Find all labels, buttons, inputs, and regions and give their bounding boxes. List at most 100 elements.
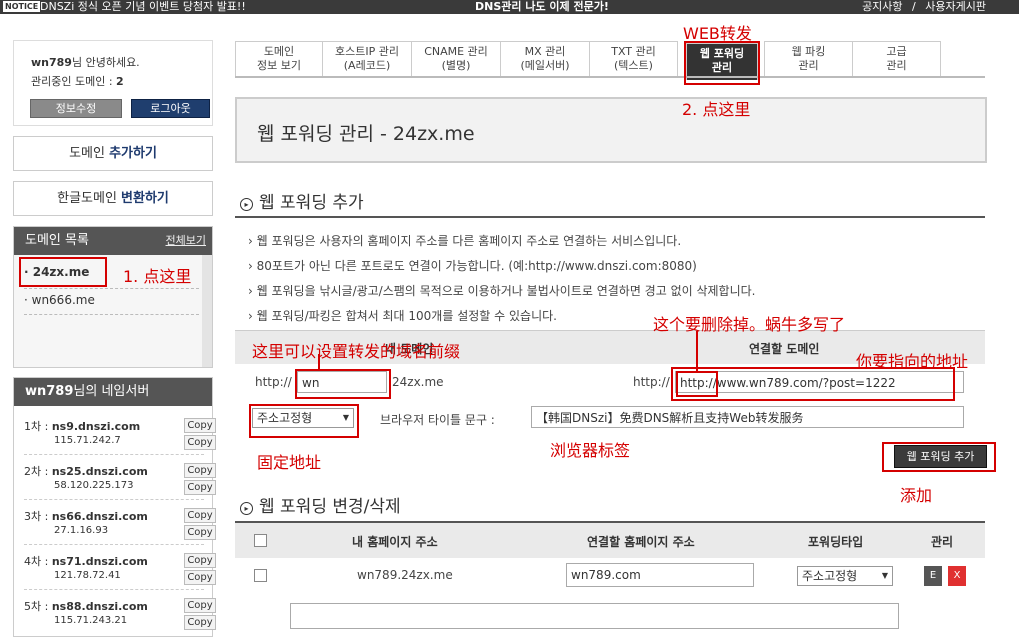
- copy-host-button[interactable]: Copy: [184, 463, 216, 478]
- add-domain-button[interactable]: 도메인 추가하기: [13, 136, 213, 171]
- scrollbar[interactable]: [202, 255, 212, 367]
- divider: [24, 314, 199, 315]
- tab-line: 웹 파킹: [791, 45, 826, 58]
- ns-row: 1차 : ns9.dnszi.com 115.71.242.7 Copy Cop…: [24, 416, 216, 456]
- highlight-box: [19, 257, 107, 287]
- list-section-title-text: 웹 포워딩 변경/삭제: [259, 497, 401, 517]
- event-link[interactable]: DNSZi 정식 오픈 기념 이벤트 당첨자 발표!!: [40, 0, 246, 14]
- ns-label: 2차 :: [24, 465, 52, 478]
- copy-host-button[interactable]: Copy: [184, 553, 216, 568]
- annotation-web-forward: WEB转发: [683, 24, 752, 43]
- annotation-delete-note: 这个要删除掉。蜗牛多写了: [653, 315, 846, 334]
- tab-advanced[interactable]: 고급 관리: [852, 41, 941, 76]
- col-forward-type: 포워딩타입: [808, 535, 864, 549]
- page-title: 웹 포워딩 관리 - 24zx.me: [257, 123, 475, 145]
- col-target-domain: 연결할 도메인: [749, 342, 820, 356]
- highlight-box: [684, 41, 760, 85]
- info-line: › 웹 포워딩은 사용자의 홈페이지 주소를 다른 홈페이지 주소로 연결하는 …: [248, 234, 682, 248]
- row-type-select[interactable]: 주소고정형 ▼: [797, 566, 893, 586]
- tab-web-parking[interactable]: 웹 파킹 관리: [764, 41, 853, 76]
- tab-cname[interactable]: CNAME 관리 (별명): [411, 41, 501, 76]
- convert-bold: 변환하기: [121, 191, 169, 206]
- copy-ip-button[interactable]: Copy: [184, 480, 216, 495]
- bullet-icon: ▸: [240, 502, 253, 515]
- notice-link[interactable]: 공지사항: [862, 0, 902, 13]
- ns-name: 2차 : ns25.dnszi.com: [24, 463, 148, 479]
- ns-title-suffix: 님의 네임서버: [73, 384, 150, 399]
- ns-ip: 115.71.242.7: [54, 435, 121, 446]
- board-link[interactable]: 사용자게시판: [925, 0, 986, 13]
- convert-domain-button[interactable]: 한글도메인 변환하기: [13, 181, 213, 216]
- tab-txt[interactable]: TXT 관리 (텍스트): [589, 41, 678, 76]
- ns-row: 3차 : ns66.dnszi.com 27.1.16.93 Copy Copy: [24, 506, 216, 546]
- col-target-url: 연결할 홈페이지 주소: [587, 535, 695, 549]
- info-line: › 웹 포워딩/파킹은 합쳐서 최대 100개를 설정할 수 있습니다.: [248, 309, 557, 323]
- copy-host-button[interactable]: Copy: [184, 418, 216, 433]
- ns-label: 4차 :: [24, 555, 52, 568]
- browser-title-input[interactable]: 【韩国DNSzi】免费DNS解析且支持Web转发服务: [531, 406, 964, 428]
- annotation-click-here-1: 1. 点这里: [123, 267, 192, 286]
- info-line: › 80포트가 아닌 다른 포트로도 연결이 가능합니다. (예:http://…: [248, 259, 697, 273]
- page-title-box: 웹 포워딩 관리 - 24zx.me: [235, 97, 987, 163]
- tab-line: 관리: [798, 59, 819, 72]
- edit-info-button[interactable]: 정보수정: [30, 99, 122, 118]
- ns-host: ns9.dnszi.com: [51, 420, 141, 433]
- col-manage: 관리: [931, 535, 954, 549]
- tab-line: (메일서버): [520, 59, 570, 72]
- copy-host-button[interactable]: Copy: [184, 508, 216, 523]
- annotation-prefix-note: 这里可以设置转发的域名前缀: [252, 342, 461, 361]
- ns-host: ns88.dnszi.com: [51, 600, 148, 613]
- add-section-title: ▸ 웹 포워딩 추가: [240, 188, 364, 213]
- ns-row: 2차 : ns25.dnszi.com 58.120.225.173 Copy …: [24, 461, 216, 501]
- edit-button[interactable]: E: [924, 566, 942, 586]
- highlight-box: [882, 442, 996, 472]
- user-box: wn789님 안녕하세요. 관리중인 도메인 : 2 정보수정 로그아웃: [13, 40, 213, 126]
- tab-host-ip[interactable]: 호스트IP 관리 (A레코드): [322, 41, 412, 76]
- ns-row: 4차 : ns71.dnszi.com 121.78.72.41 Copy Co…: [24, 551, 216, 591]
- row-target-input[interactable]: wn789.com: [566, 563, 754, 587]
- tab-line: MX 관리: [524, 45, 566, 58]
- logout-button[interactable]: 로그아웃: [131, 99, 210, 118]
- ns-ip: 27.1.16.93: [54, 525, 109, 536]
- bullet-icon: ▸: [240, 198, 253, 211]
- divider: [24, 454, 204, 455]
- delete-button[interactable]: X: [948, 566, 966, 586]
- domain-item-wn666[interactable]: · wn666.me: [24, 293, 95, 307]
- tab-line: (A레코드): [343, 59, 391, 72]
- tab-line: 정보 보기: [257, 59, 301, 72]
- row-title-input[interactable]: [290, 603, 899, 629]
- select-all-checkbox[interactable]: [254, 534, 267, 547]
- tab-mx[interactable]: MX 관리 (메일서버): [500, 41, 590, 76]
- divider: [24, 589, 204, 590]
- copy-ip-button[interactable]: Copy: [184, 615, 216, 630]
- ns-ip: 58.120.225.173: [54, 480, 134, 491]
- copy-ip-button[interactable]: Copy: [184, 435, 216, 450]
- top-bar: NOTICE DNSZi 정식 오픈 기념 이벤트 당첨자 발표!! DNS관리…: [0, 0, 1019, 14]
- domain-list-title: 도메인 목록: [25, 233, 89, 248]
- annotation-fixed-address: 固定地址: [257, 453, 322, 472]
- ns-host: ns25.dnszi.com: [51, 465, 148, 478]
- managed-label: 관리중인 도메인 :: [31, 75, 117, 88]
- username: wn789: [31, 56, 72, 69]
- annotation-click-here-2: 2. 点这里: [682, 100, 751, 119]
- pointer-line: [318, 354, 320, 369]
- ns-name: 4차 : ns71.dnszi.com: [24, 553, 148, 569]
- row-my-url: wn789.24zx.me: [357, 568, 453, 582]
- copy-ip-button[interactable]: Copy: [184, 570, 216, 585]
- tab-line: (별명): [441, 59, 471, 72]
- divider: [24, 544, 204, 545]
- add-domain-prefix: 도메인: [69, 146, 110, 161]
- view-all-link[interactable]: 전체보기: [166, 227, 206, 255]
- col-my-url: 내 홈페이지 주소: [352, 535, 438, 549]
- row-checkbox[interactable]: [254, 569, 267, 582]
- tab-line: (텍스트): [614, 59, 653, 72]
- copy-ip-button[interactable]: Copy: [184, 525, 216, 540]
- tab-domain-info[interactable]: 도메인 정보 보기: [235, 41, 323, 76]
- tab-line: 고급: [886, 45, 907, 58]
- copy-host-button[interactable]: Copy: [184, 598, 216, 613]
- convert-prefix: 한글도메인: [57, 191, 122, 206]
- tab-underline: [235, 76, 985, 78]
- nameserver-box: wn789님의 네임서버 1차 : ns9.dnszi.com 115.71.2…: [13, 377, 216, 637]
- annotation-add: 添加: [900, 486, 933, 505]
- ns-host: ns71.dnszi.com: [51, 555, 148, 568]
